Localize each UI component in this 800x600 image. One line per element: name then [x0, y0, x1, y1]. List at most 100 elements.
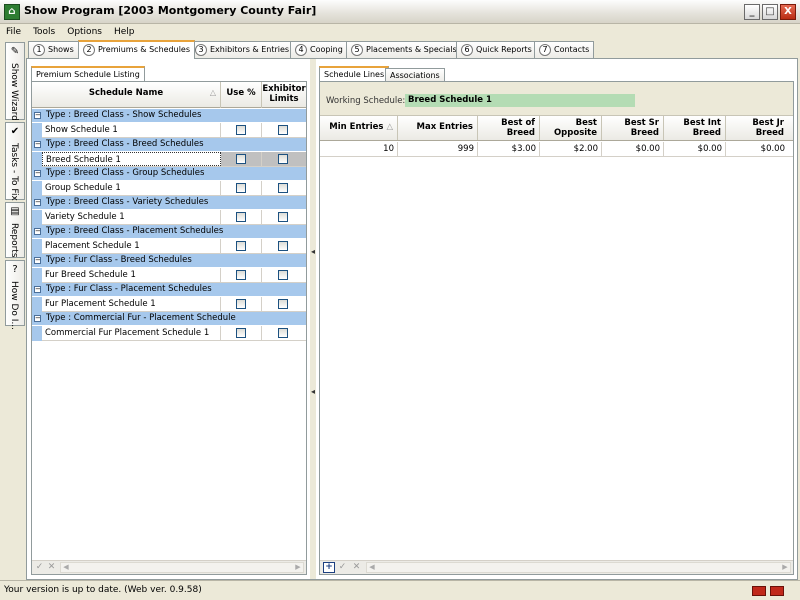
- table-row[interactable]: Fur Breed Schedule 1: [32, 268, 306, 283]
- scroll-right-icon[interactable]: ▶: [780, 563, 790, 572]
- column-best-sr-breed[interactable]: Best Sr Breed: [602, 116, 664, 141]
- group-row[interactable]: −Type : Breed Class - Placement Schedule…: [32, 225, 306, 239]
- collapse-left-icon[interactable]: ◂: [311, 387, 315, 396]
- table-row[interactable]: Show Schedule 1: [32, 123, 306, 138]
- use-percent-checkbox[interactable]: [236, 328, 246, 338]
- collapse-icon[interactable]: −: [34, 228, 41, 235]
- tab-premium-schedule-listing[interactable]: Premium Schedule Listing: [31, 66, 145, 82]
- column-best-jr-breed[interactable]: Best Jr Breed: [726, 116, 788, 141]
- menu-tools[interactable]: Tools: [27, 24, 61, 39]
- menu-options[interactable]: Options: [61, 24, 108, 39]
- tab-cooping[interactable]: 4Cooping: [290, 41, 348, 58]
- column-best-int-breed[interactable]: Best Int Breed: [664, 116, 726, 141]
- use-percent-checkbox[interactable]: [236, 299, 246, 309]
- use-percent-checkbox[interactable]: [236, 183, 246, 193]
- column-min-entries[interactable]: Min Entries △: [320, 116, 398, 141]
- use-percent-checkbox[interactable]: [236, 241, 246, 251]
- group-row[interactable]: −Type : Breed Class - Show Schedules: [32, 109, 306, 123]
- scroll-right-icon[interactable]: ▶: [293, 563, 303, 572]
- tab-schedule-lines[interactable]: Schedule Lines: [319, 66, 389, 82]
- column-use-percent[interactable]: Use %: [221, 82, 262, 108]
- table-row[interactable]: 10 999 $3.00 $2.00 $0.00 $0.00 $0.00: [320, 142, 793, 157]
- sidebar-tab-how-do-i[interactable]: ? How Do I...: [5, 260, 25, 326]
- sidebar-tab-tasks[interactable]: ✔ Tasks - To Fix: [5, 122, 25, 200]
- schedule-name-cell[interactable]: Breed Schedule 1: [42, 152, 221, 166]
- exhibitor-limits-checkbox[interactable]: [278, 241, 288, 251]
- cell-best-of-breed[interactable]: $3.00: [478, 142, 540, 156]
- scroll-left-icon[interactable]: ◀: [367, 563, 377, 572]
- group-row[interactable]: −Type : Breed Class - Group Schedules: [32, 167, 306, 181]
- exhibitor-limits-checkbox[interactable]: [278, 299, 288, 309]
- collapse-icon[interactable]: −: [34, 257, 41, 264]
- schedule-name-cell[interactable]: Fur Breed Schedule 1: [42, 268, 221, 282]
- table-row[interactable]: Variety Schedule 1: [32, 210, 306, 225]
- tab-exhibitors-entries[interactable]: 3Exhibitors & Entries: [190, 41, 294, 58]
- exhibitor-limits-checkbox[interactable]: [278, 183, 288, 193]
- exhibitor-limits-checkbox[interactable]: [278, 328, 288, 338]
- collapse-icon[interactable]: −: [34, 315, 41, 322]
- column-max-entries[interactable]: Max Entries: [398, 116, 478, 141]
- cell-best-jr-breed[interactable]: $0.00: [726, 142, 788, 156]
- minimize-button[interactable]: _: [744, 4, 760, 20]
- collapse-icon[interactable]: −: [34, 286, 41, 293]
- use-percent-checkbox[interactable]: [236, 270, 246, 280]
- use-percent-checkbox[interactable]: [236, 154, 246, 164]
- add-row-button[interactable]: +: [323, 562, 335, 573]
- schedule-name-cell[interactable]: Placement Schedule 1: [42, 239, 221, 253]
- group-row[interactable]: −Type : Breed Class - Breed Schedules: [32, 138, 306, 152]
- column-best-of-breed[interactable]: Best of Breed: [478, 116, 540, 141]
- cell-min-entries[interactable]: 10: [320, 142, 398, 156]
- table-row[interactable]: Fur Placement Schedule 1: [32, 297, 306, 312]
- table-row[interactable]: Breed Schedule 1: [32, 152, 306, 167]
- horizontal-scrollbar[interactable]: ◀ ▶: [366, 562, 791, 573]
- maximize-button[interactable]: □: [762, 4, 778, 20]
- cancel-x-icon[interactable]: ✕: [351, 562, 362, 573]
- menu-help[interactable]: Help: [108, 24, 141, 39]
- tab-contacts[interactable]: 7Contacts: [534, 41, 594, 58]
- schedule-name-cell[interactable]: Group Schedule 1: [42, 181, 221, 195]
- schedule-name-cell[interactable]: Commercial Fur Placement Schedule 1: [42, 326, 221, 340]
- cancel-x-icon[interactable]: ✕: [46, 562, 57, 573]
- exhibitor-limits-checkbox[interactable]: [278, 270, 288, 280]
- table-row[interactable]: Group Schedule 1: [32, 181, 306, 196]
- group-row[interactable]: −Type : Commercial Fur - Placement Sched…: [32, 312, 306, 326]
- tab-placements-specials[interactable]: 5Placements & Specials: [346, 41, 462, 58]
- tab-shows[interactable]: 1Shows: [28, 41, 79, 58]
- group-row[interactable]: −Type : Breed Class - Variety Schedules: [32, 196, 306, 210]
- collapse-icon[interactable]: −: [34, 112, 41, 119]
- use-percent-checkbox[interactable]: [236, 125, 246, 135]
- schedule-name-cell[interactable]: Variety Schedule 1: [42, 210, 221, 224]
- cell-max-entries[interactable]: 999: [398, 142, 478, 156]
- cell-best-int-breed[interactable]: $0.00: [664, 142, 726, 156]
- schedule-name-cell[interactable]: Fur Placement Schedule 1: [42, 297, 221, 311]
- exhibitor-limits-checkbox[interactable]: [278, 212, 288, 222]
- cell-best-opposite[interactable]: $2.00: [540, 142, 602, 156]
- tab-premiums-schedules[interactable]: 2Premiums & Schedules: [78, 40, 195, 59]
- collapse-left-icon[interactable]: ◂: [311, 247, 315, 256]
- group-row[interactable]: −Type : Fur Class - Breed Schedules: [32, 254, 306, 268]
- table-row[interactable]: Commercial Fur Placement Schedule 1: [32, 326, 306, 341]
- check-icon[interactable]: ✓: [34, 562, 45, 573]
- collapse-icon[interactable]: −: [34, 199, 41, 206]
- panel-splitter[interactable]: ◂ ◂: [310, 59, 316, 579]
- use-percent-checkbox[interactable]: [236, 212, 246, 222]
- exhibitor-limits-checkbox[interactable]: [278, 154, 288, 164]
- close-button[interactable]: X: [780, 4, 796, 20]
- sidebar-tab-reports[interactable]: ▤ Reports: [5, 202, 25, 258]
- column-exhibitor-limits[interactable]: Exhibitor Limits: [262, 82, 306, 108]
- menu-file[interactable]: File: [0, 24, 27, 39]
- horizontal-scrollbar[interactable]: ◀ ▶: [60, 562, 304, 573]
- check-icon[interactable]: ✓: [337, 562, 348, 573]
- column-schedule-name[interactable]: Schedule Name △: [32, 82, 221, 108]
- table-row[interactable]: Placement Schedule 1: [32, 239, 306, 254]
- exhibitor-limits-checkbox[interactable]: [278, 125, 288, 135]
- scroll-left-icon[interactable]: ◀: [61, 563, 71, 572]
- cell-best-sr-breed[interactable]: $0.00: [602, 142, 664, 156]
- collapse-icon[interactable]: −: [34, 170, 41, 177]
- tab-associations[interactable]: Associations: [385, 68, 445, 82]
- collapse-icon[interactable]: −: [34, 141, 41, 148]
- schedule-name-cell[interactable]: Show Schedule 1: [42, 123, 221, 137]
- sidebar-tab-show-wizard[interactable]: ✎ Show Wizard: [5, 42, 25, 120]
- tab-quick-reports[interactable]: 6Quick Reports: [456, 41, 537, 58]
- app-icon[interactable]: ⌂: [4, 4, 20, 20]
